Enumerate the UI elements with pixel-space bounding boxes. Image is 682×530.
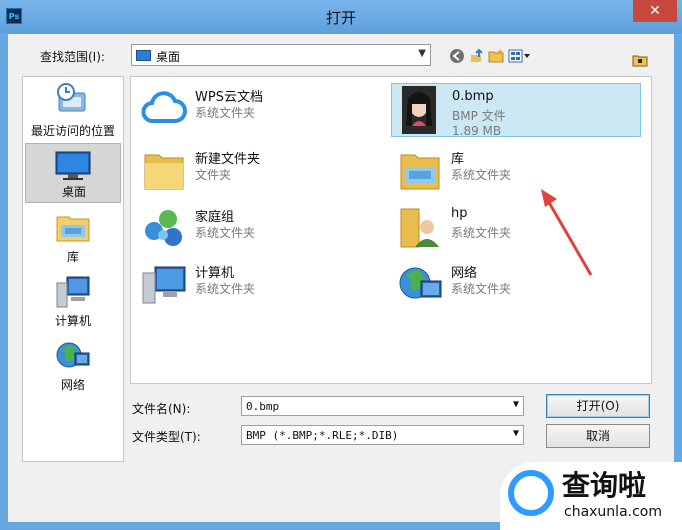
computer-icon — [56, 276, 90, 308]
file-item-hp[interactable]: hp 系统文件夹 — [391, 201, 641, 255]
file-name: 网络 — [451, 266, 478, 281]
place-desktop[interactable]: 桌面 — [25, 143, 121, 203]
new-folder-small-icon[interactable] — [632, 52, 648, 68]
file-name: 家庭组 — [195, 210, 235, 225]
library-icon — [400, 154, 440, 190]
place-label-network: 网络 — [60, 378, 85, 392]
close-button[interactable]: ✕ — [633, 0, 677, 22]
filetype-value: BMP (*.BMP;*.RLE;*.DIB) — [246, 429, 399, 442]
file-item-wps-cloud[interactable]: WPS云文档 系统文件夹 — [135, 81, 385, 135]
chevron-down-icon[interactable]: ▼ — [513, 399, 519, 410]
file-item-0-bmp[interactable]: 0.bmp BMP 文件 1.89 MB — [391, 83, 641, 138]
file-name: hp — [451, 206, 468, 221]
dialog-title: 打开 — [325, 9, 356, 27]
new-folder-icon[interactable] — [488, 48, 504, 64]
dialog-body: 查找范围(I): 桌面 ▼ 最近访问的位置 桌面 库 计算机 网络 WPS云文档… — [8, 34, 674, 522]
file-item-computer[interactable]: 计算机 系统文件夹 — [135, 257, 385, 311]
watermark-text: 查询啦 — [562, 469, 647, 502]
cloud-icon — [141, 91, 187, 123]
user-folder-icon — [400, 208, 439, 248]
file-type: 系统文件夹 — [451, 282, 512, 296]
file-name: 新建文件夹 — [195, 152, 261, 167]
desktop-icon — [55, 151, 91, 180]
file-item-network[interactable]: 网络 系统文件夹 — [391, 257, 641, 311]
file-item-library[interactable]: 库 系统文件夹 — [391, 143, 641, 197]
filetype-dropdown[interactable]: BMP (*.BMP;*.RLE;*.DIB) ▼ — [241, 425, 524, 445]
file-item-new-folder[interactable]: 新建文件夹 文件夹 — [135, 143, 385, 197]
chevron-down-icon: ▼ — [512, 428, 519, 439]
look-in-dropdown[interactable]: 桌面 ▼ — [131, 44, 431, 66]
title-bar[interactable]: Ps 打开 ✕ — [0, 0, 682, 34]
file-item-homegroup[interactable]: 家庭组 系统文件夹 — [135, 201, 385, 255]
watermark-url: chaxunla.com — [564, 504, 662, 520]
file-type: 系统文件夹 — [195, 106, 256, 120]
file-name: 库 — [451, 152, 465, 167]
look-in-label: 查找范围(I): — [40, 50, 105, 64]
file-name: WPS云文档 — [195, 90, 263, 105]
file-type: 系统文件夹 — [451, 168, 512, 182]
place-network[interactable]: 网络 — [25, 335, 121, 395]
file-name: 0.bmp — [452, 89, 494, 104]
recent-places-icon — [57, 83, 86, 112]
places-bar: 最近访问的位置 桌面 库 计算机 网络 — [22, 76, 124, 462]
homegroup-icon — [145, 210, 182, 246]
image-thumbnail — [402, 86, 436, 134]
filename-value: 0.bmp — [246, 400, 280, 413]
place-label-desktop: 桌面 — [61, 185, 86, 199]
open-button[interactable]: 打开(O) — [546, 394, 650, 418]
filename-input[interactable]: 0.bmp ▼ — [241, 396, 524, 416]
library-icon — [56, 216, 90, 242]
desktop-mini-icon — [136, 50, 151, 61]
filename-label: 文件名(N): — [132, 402, 191, 416]
place-label-library: 库 — [66, 250, 79, 264]
network-icon — [56, 342, 90, 368]
folder-icon — [144, 154, 184, 190]
watermark-q-icon — [508, 470, 554, 516]
annotation-arrow — [541, 189, 593, 276]
view-menu-icon[interactable] — [508, 48, 532, 64]
up-folder-icon[interactable] — [469, 48, 485, 64]
file-type: 系统文件夹 — [451, 226, 512, 240]
file-type: 系统文件夹 — [195, 282, 256, 296]
watermark-logo: 查询啦 chaxunla.com — [500, 462, 682, 530]
place-recent[interactable]: 最近访问的位置 — [25, 79, 121, 141]
cancel-button[interactable]: 取消 — [546, 424, 650, 448]
place-computer[interactable]: 计算机 — [25, 271, 121, 331]
file-size: 1.89 MB — [452, 124, 502, 138]
network-icon — [399, 267, 442, 299]
computer-icon — [142, 266, 186, 304]
look-in-value: 桌面 — [156, 50, 181, 64]
file-list: WPS云文档 系统文件夹 新建文件夹 文件夹 家庭组 系统文件夹 计算机 系统文… — [130, 76, 652, 384]
chevron-down-icon: ▼ — [418, 48, 426, 59]
place-label-recent: 最近访问的位置 — [30, 124, 115, 138]
place-library[interactable]: 库 — [25, 207, 121, 267]
back-icon[interactable] — [449, 48, 465, 64]
file-type: BMP 文件 — [452, 109, 506, 123]
open-dialog-window: Ps 打开 ✕ 查找范围(I): 桌面 ▼ 最近访问的位置 桌面 库 计算机 网… — [0, 0, 682, 530]
file-type: 系统文件夹 — [195, 226, 256, 240]
filetype-label: 文件类型(T): — [132, 430, 201, 444]
file-type: 文件夹 — [195, 168, 232, 182]
file-name: 计算机 — [195, 266, 235, 281]
place-label-computer: 计算机 — [54, 314, 91, 328]
